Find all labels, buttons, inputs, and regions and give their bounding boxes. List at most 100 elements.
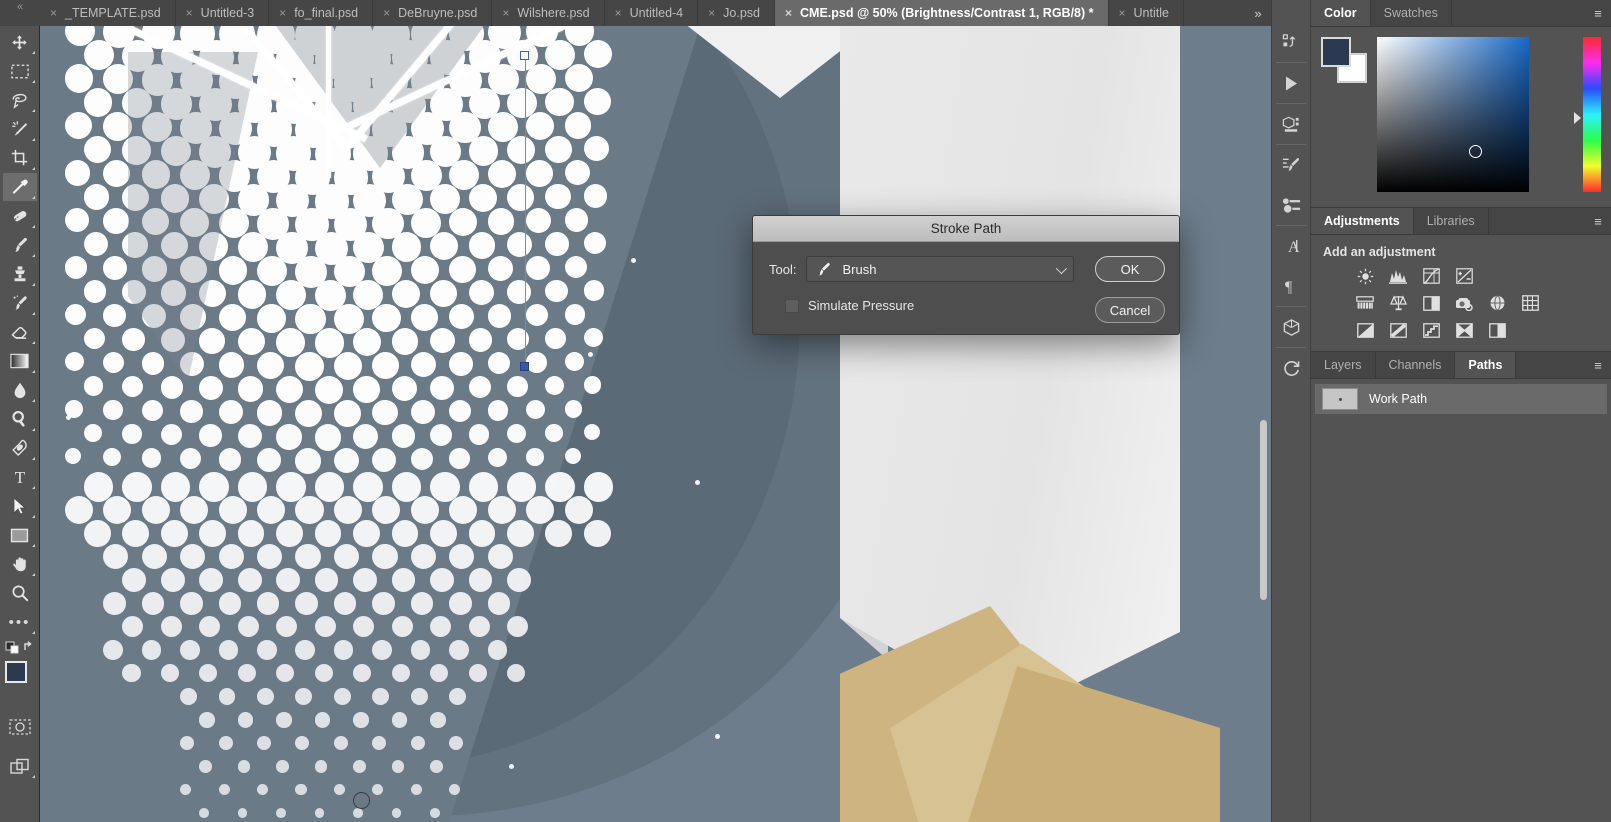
- history-panel-icon[interactable]: [1273, 22, 1309, 62]
- tool-eyedropper[interactable]: [3, 173, 37, 201]
- tool-spot-healing-brush[interactable]: [3, 202, 37, 230]
- document-tab[interactable]: ×Jo.psd: [698, 0, 775, 26]
- path-anchor-selected[interactable]: [520, 362, 529, 371]
- tool-pen[interactable]: [3, 434, 37, 462]
- add-adjustment-heading: Add an adjustment: [1311, 245, 1611, 267]
- close-icon[interactable]: ×: [615, 7, 622, 19]
- hue-saturation-icon[interactable]: [1388, 294, 1408, 312]
- close-icon[interactable]: ×: [502, 7, 509, 19]
- panel-tab-adjustments[interactable]: Adjustments: [1311, 208, 1414, 234]
- photo-filter-icon[interactable]: [1487, 294, 1507, 312]
- foreground-background-color[interactable]: [3, 659, 37, 699]
- black-white-icon[interactable]: [1454, 294, 1474, 312]
- close-icon[interactable]: ×: [383, 7, 390, 19]
- paths-panel-menu-icon[interactable]: ≡: [1585, 352, 1611, 378]
- close-icon[interactable]: ×: [785, 7, 792, 19]
- tool-history-brush[interactable]: [3, 289, 37, 317]
- tool-zoom[interactable]: [3, 579, 37, 607]
- document-tab[interactable]: ×Wilshere.psd: [492, 0, 604, 26]
- brush-presets-icon[interactable]: [1273, 185, 1309, 225]
- simulate-pressure-label: Simulate Pressure: [808, 298, 914, 313]
- vibrance-icon[interactable]: [1355, 294, 1375, 312]
- gradient-map-icon[interactable]: [1454, 321, 1474, 339]
- cancel-button[interactable]: Cancel: [1095, 297, 1165, 323]
- color-selection-ring[interactable]: [1469, 145, 1482, 158]
- document-tab[interactable]: ×Untitle: [1109, 0, 1184, 26]
- tool-eraser[interactable]: [3, 318, 37, 346]
- tool-move[interactable]: [3, 28, 37, 56]
- close-icon[interactable]: ×: [708, 7, 715, 19]
- document-tab[interactable]: ×fo_final.psd: [269, 0, 373, 26]
- invert-icon[interactable]: [1355, 321, 1375, 339]
- threshold-icon[interactable]: [1421, 321, 1441, 339]
- screen-mode-button[interactable]: [3, 752, 37, 780]
- tool-dodge[interactable]: [3, 405, 37, 433]
- foreground-color-swatch[interactable]: [5, 661, 27, 683]
- curves-icon[interactable]: [1421, 267, 1441, 285]
- panel-foreground-color[interactable]: [1321, 37, 1351, 67]
- quick-mask-toggle[interactable]: [3, 713, 37, 741]
- character-panel-icon[interactable]: A: [1273, 226, 1309, 266]
- rotate-view-icon[interactable]: [1273, 348, 1309, 388]
- brightness-contrast-icon[interactable]: [1355, 267, 1375, 285]
- tool-clone-stamp[interactable]: [3, 260, 37, 288]
- path-list-item[interactable]: Work Path: [1315, 384, 1607, 414]
- canvas-vertical-scrollbar[interactable]: [1260, 420, 1267, 600]
- more-tools-button[interactable]: •••: [3, 608, 37, 636]
- close-icon[interactable]: ×: [186, 7, 193, 19]
- path-anchor-open[interactable]: [520, 51, 529, 60]
- color-balance-icon[interactable]: [1421, 294, 1441, 312]
- 3d-panel-icon[interactable]: [1273, 104, 1309, 144]
- close-icon[interactable]: ×: [50, 7, 57, 19]
- panel-tab-swatches[interactable]: Swatches: [1371, 0, 1452, 26]
- close-icon[interactable]: ×: [279, 7, 286, 19]
- default-colors-row[interactable]: [3, 639, 37, 655]
- color-panel-swatches[interactable]: [1321, 37, 1367, 83]
- canvas-area[interactable]: [40, 26, 1271, 822]
- tab-overflow-button[interactable]: »: [1245, 0, 1271, 26]
- close-icon[interactable]: ×: [1119, 7, 1126, 19]
- stroke-path-dialog[interactable]: Stroke Path Tool: Brush Simulate Pressur…: [752, 215, 1180, 335]
- exposure-icon[interactable]: [1454, 267, 1474, 285]
- tool-path-selection[interactable]: [3, 492, 37, 520]
- panel-tab-paths[interactable]: Paths: [1455, 352, 1516, 378]
- simulate-pressure-checkbox[interactable]: [785, 299, 799, 313]
- document-tab[interactable]: ×_TEMPLATE.psd: [40, 0, 176, 26]
- tool-blur[interactable]: [3, 376, 37, 404]
- channel-mixer-icon[interactable]: [1520, 294, 1540, 312]
- posterize-icon[interactable]: [1388, 321, 1408, 339]
- tool-type[interactable]: T: [3, 463, 37, 491]
- document-tab[interactable]: ×Untitled-4: [605, 0, 699, 26]
- hue-slider[interactable]: [1583, 37, 1601, 192]
- levels-icon[interactable]: [1388, 267, 1408, 285]
- color-panel-menu-icon[interactable]: ≡: [1585, 0, 1611, 26]
- tool-hand[interactable]: [3, 550, 37, 578]
- brush-settings-icon[interactable]: [1273, 145, 1309, 185]
- document-tab[interactable]: ×Untitled-3: [176, 0, 270, 26]
- tool-gradient[interactable]: [3, 347, 37, 375]
- tool-brush[interactable]: [3, 231, 37, 259]
- panel-tab-layers[interactable]: Layers: [1311, 352, 1376, 378]
- tool-lasso[interactable]: [3, 86, 37, 114]
- tool-rectangular-marquee[interactable]: [3, 57, 37, 85]
- adjustments-panel-menu-icon[interactable]: ≡: [1585, 208, 1611, 234]
- hue-slider-marker[interactable]: [1574, 112, 1581, 124]
- tool-magic-wand[interactable]: [3, 115, 37, 143]
- selective-color-icon[interactable]: [1487, 321, 1507, 339]
- panel-tab-color[interactable]: Color: [1311, 0, 1371, 26]
- ok-button[interactable]: OK: [1095, 256, 1165, 282]
- tool-rectangle-shape[interactable]: [3, 521, 37, 549]
- tool-crop[interactable]: [3, 144, 37, 172]
- panel-tab-channels[interactable]: Channels: [1376, 352, 1456, 378]
- document-tab[interactable]: ×DeBruyne.psd: [373, 0, 492, 26]
- tool-value: Brush: [842, 262, 876, 277]
- tool-dropdown[interactable]: Brush: [806, 256, 1074, 282]
- color-field[interactable]: [1377, 37, 1529, 192]
- brush-icon: [815, 262, 832, 277]
- document-tab[interactable]: ×CME.psd @ 50% (Brightness/Contrast 1, R…: [775, 0, 1109, 26]
- 3d-materials-icon[interactable]: [1273, 307, 1309, 347]
- timeline-play-icon[interactable]: [1273, 63, 1309, 103]
- paragraph-panel-icon[interactable]: ¶: [1273, 266, 1309, 306]
- panel-tab-libraries[interactable]: Libraries: [1414, 208, 1489, 234]
- workspace-collapse-button[interactable]: «: [0, 0, 40, 26]
